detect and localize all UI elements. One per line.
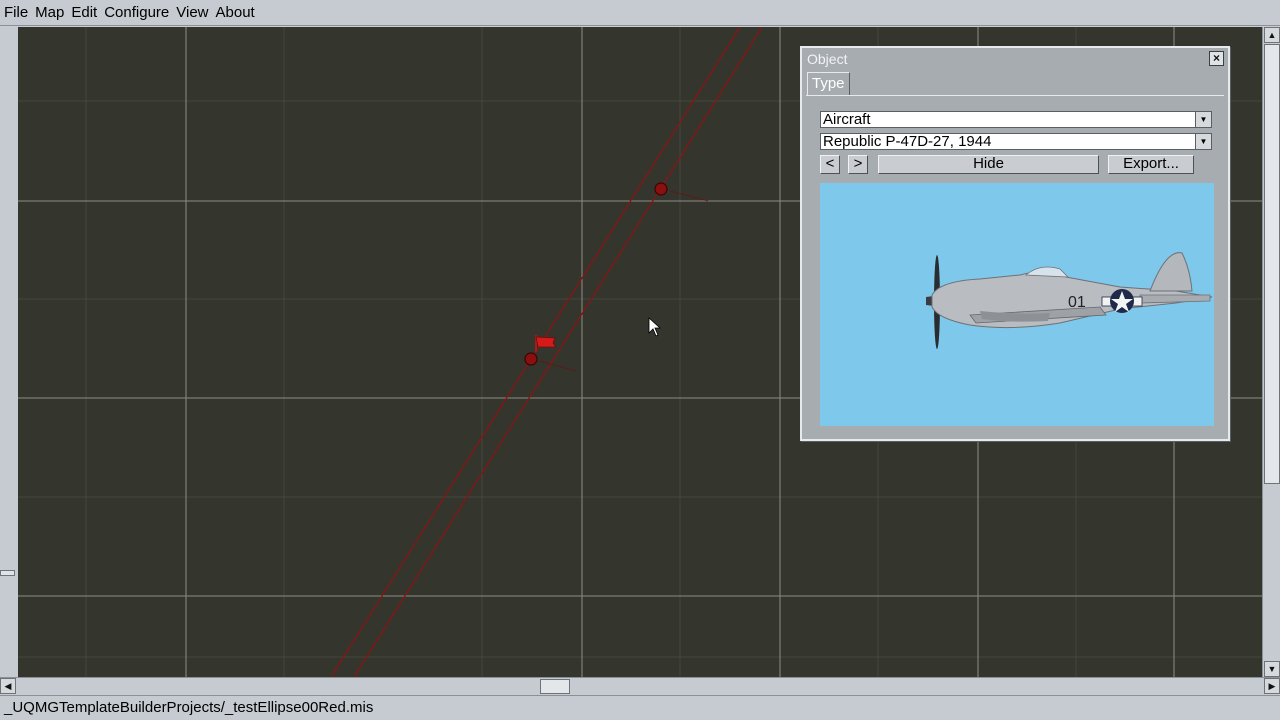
export-button[interactable]: Export... — [1108, 155, 1194, 174]
flight-route[interactable] — [330, 27, 763, 677]
menu-file[interactable]: File — [1, 0, 31, 25]
mission-file-path: _UQMGTemplateBuilderProjects/_testEllips… — [4, 699, 374, 716]
menu-bar: File Map Edit Configure View About — [0, 0, 1280, 26]
horizontal-scroll-thumb[interactable] — [540, 679, 570, 694]
mouse-cursor-icon — [648, 317, 662, 337]
category-select-value: Aircraft — [823, 111, 871, 128]
menu-configure[interactable]: Configure — [101, 0, 172, 25]
dialog-titlebar[interactable]: Object — [802, 48, 1228, 70]
aircraft-preview: 01 — [820, 183, 1214, 426]
next-button[interactable]: > — [848, 155, 868, 174]
menu-map[interactable]: Map — [32, 0, 67, 25]
tab-type[interactable]: Type — [807, 72, 850, 95]
object-dialog[interactable]: Object × Type Aircraft ▼ Republic P-47D-… — [800, 46, 1230, 441]
chevron-down-icon[interactable]: ▼ — [1195, 134, 1211, 149]
hide-button[interactable]: Hide — [878, 155, 1099, 174]
splitter-handle[interactable] — [0, 570, 15, 576]
vertical-scroll-thumb[interactable] — [1264, 44, 1280, 484]
scroll-left-icon[interactable]: ◀ — [0, 678, 16, 694]
model-select[interactable]: Republic P-47D-27, 1944 ▼ — [820, 133, 1212, 150]
menu-view[interactable]: View — [173, 0, 211, 25]
model-select-value: Republic P-47D-27, 1944 — [823, 133, 992, 150]
horizontal-scrollbar[interactable]: ◀ ▶ — [0, 677, 1280, 695]
chevron-down-icon[interactable]: ▼ — [1195, 112, 1211, 127]
aircraft-image: 01 — [926, 252, 1213, 349]
category-select[interactable]: Aircraft ▼ — [820, 111, 1212, 128]
close-icon[interactable]: × — [1209, 51, 1224, 66]
menu-about[interactable]: About — [213, 0, 258, 25]
flag-icon[interactable] — [535, 335, 557, 352]
menu-edit[interactable]: Edit — [68, 0, 100, 25]
status-bar: _UQMGTemplateBuilderProjects/_testEllips… — [0, 695, 1280, 720]
aircraft-marking: 01 — [1068, 294, 1086, 311]
left-splitter[interactable] — [0, 27, 19, 677]
waypoint-1[interactable] — [654, 182, 709, 202]
vertical-scrollbar[interactable]: ▲ ▼ — [1262, 27, 1280, 677]
type-panel: Aircraft ▼ Republic P-47D-27, 1944 ▼ < >… — [806, 95, 1224, 437]
scroll-right-icon[interactable]: ▶ — [1264, 678, 1280, 694]
scroll-down-icon[interactable]: ▼ — [1264, 661, 1280, 677]
scroll-up-icon[interactable]: ▲ — [1264, 27, 1280, 43]
waypoint-2[interactable] — [524, 352, 577, 372]
previous-button[interactable]: < — [820, 155, 840, 174]
dialog-title: Object — [807, 51, 848, 67]
